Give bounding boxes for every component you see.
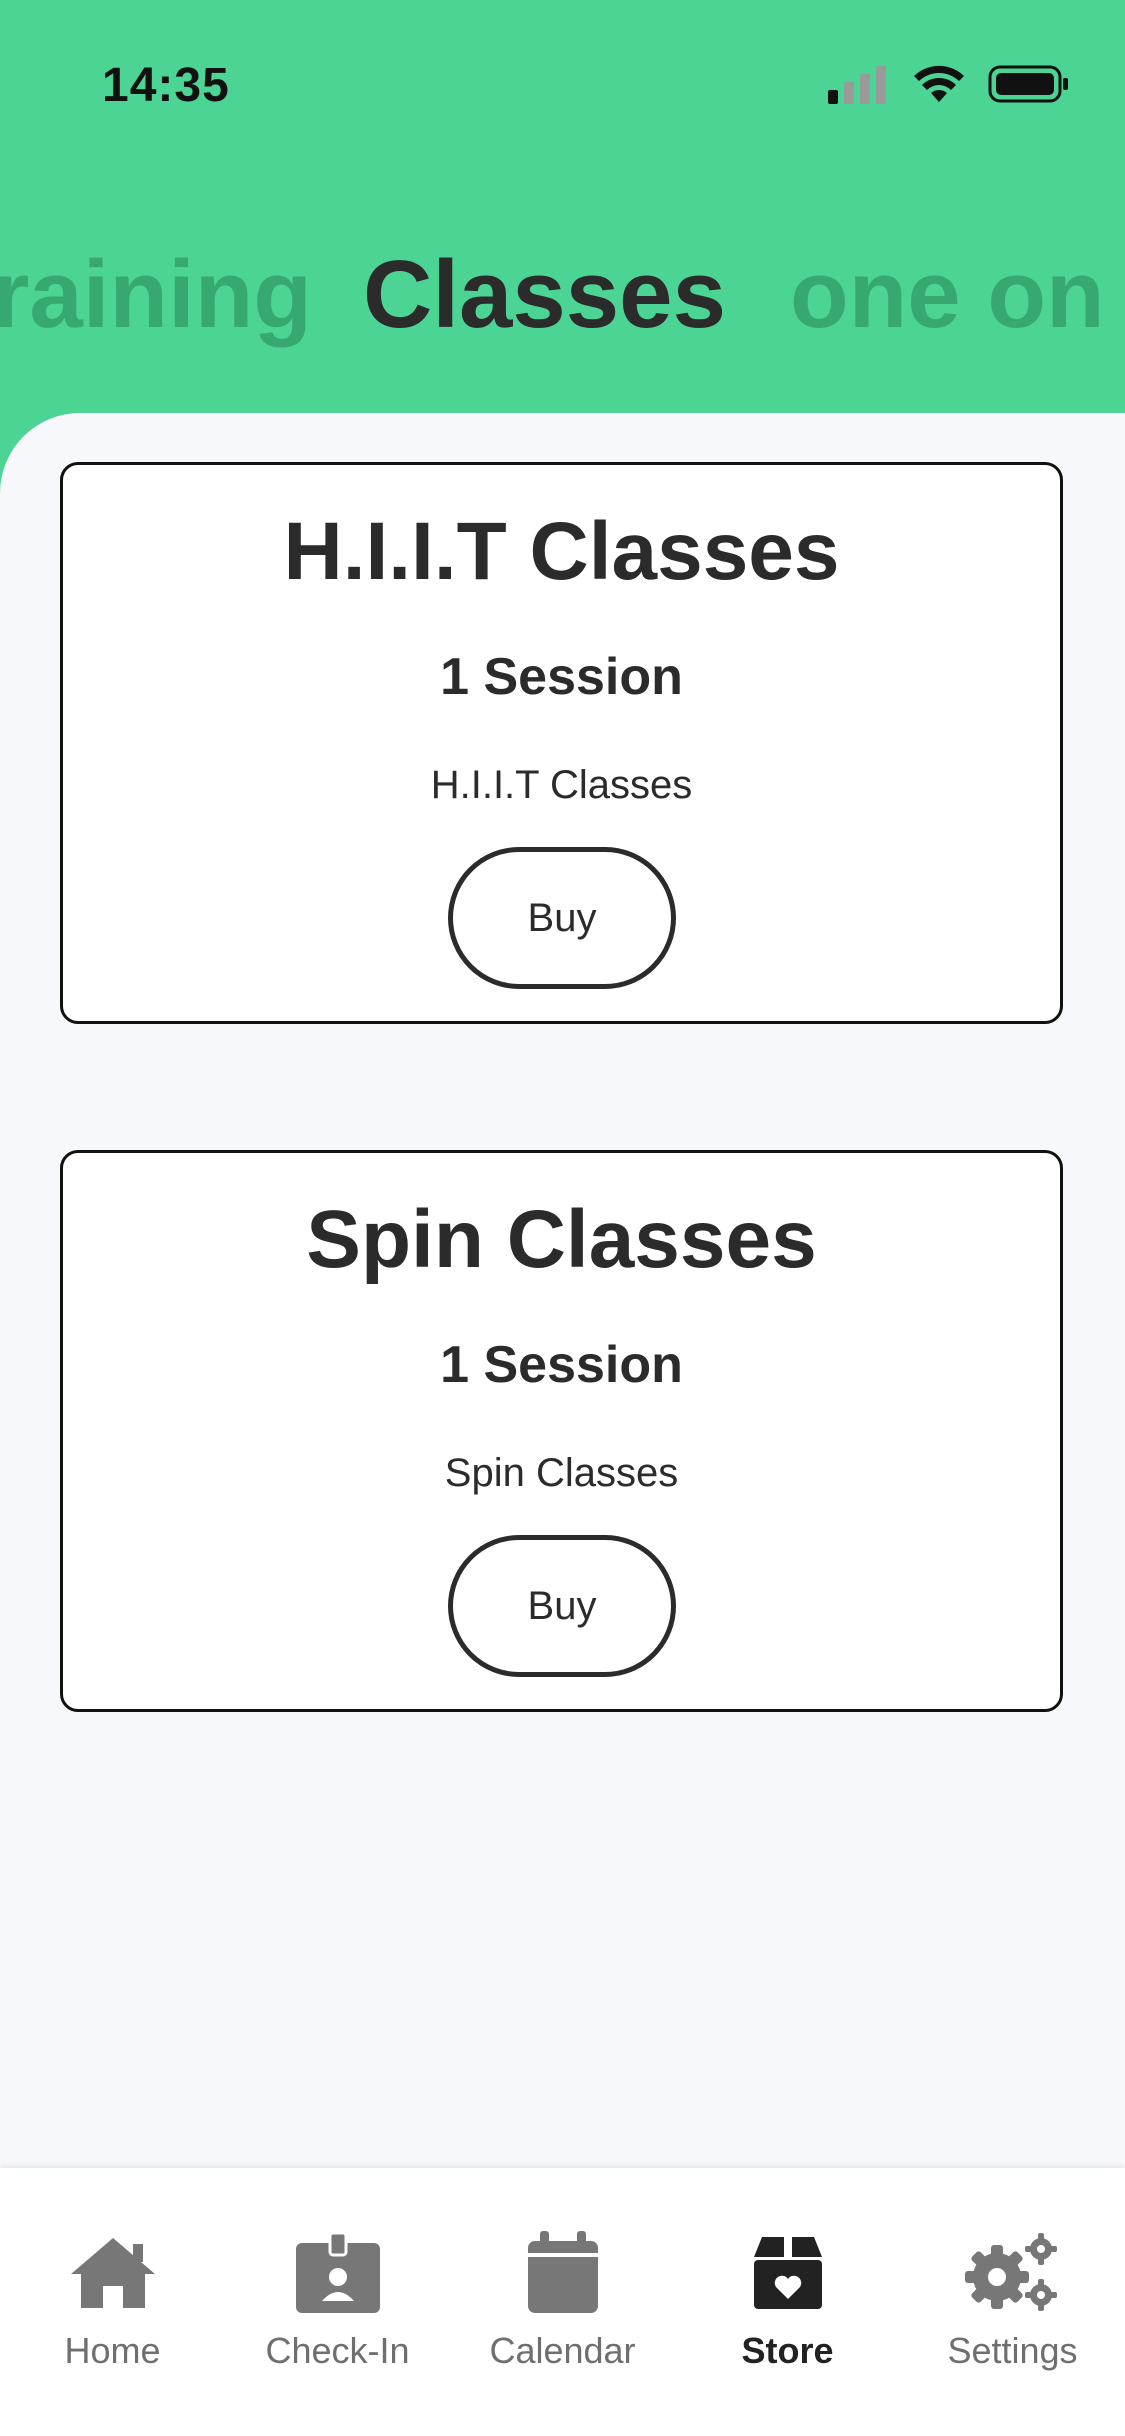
nav-label: Calendar xyxy=(489,2330,636,2371)
card-description: H.I.I.T Classes xyxy=(430,763,693,807)
bottom-nav: Home Check-In Calendar Store Settings xyxy=(0,2168,1125,2436)
wifi-icon xyxy=(914,65,964,102)
battery-icon xyxy=(988,65,1068,103)
card-description: Spin Classes xyxy=(444,1451,679,1495)
buy-button[interactable]: Buy xyxy=(448,847,676,989)
gears-icon xyxy=(964,2233,1057,2311)
nav-label: Store xyxy=(741,2330,834,2371)
nav-item-store[interactable]: Store xyxy=(675,2228,900,2372)
signal-icon xyxy=(828,66,886,104)
nav-label: Check-In xyxy=(265,2330,410,2371)
product-card-spin: Spin Classes 1 Session Spin Classes Buy xyxy=(60,1150,1063,1712)
card-title: H.I.I.T Classes xyxy=(283,506,840,597)
buy-button[interactable]: Buy xyxy=(448,1535,676,1677)
badge-icon xyxy=(295,2231,380,2313)
home-icon xyxy=(70,2238,155,2308)
nav-item-home[interactable]: Home xyxy=(0,2228,225,2372)
tab-one-on-one[interactable]: one on o xyxy=(790,225,1125,365)
store-icon xyxy=(753,2237,822,2309)
category-tabs: raining Classes one on o xyxy=(0,225,1125,365)
content-sheet: H.I.I.T Classes 1 Session H.I.I.T Classe… xyxy=(0,413,1125,2168)
nav-label: Settings xyxy=(947,2330,1078,2371)
nav-item-calendar[interactable]: Calendar xyxy=(450,2228,675,2372)
tab-personal-training[interactable]: raining xyxy=(0,225,312,365)
nav-item-check-in[interactable]: Check-In xyxy=(225,2228,450,2372)
card-sessions: 1 Session xyxy=(440,1336,683,1394)
tab-classes[interactable]: Classes xyxy=(363,225,726,365)
card-title: Spin Classes xyxy=(306,1194,817,1285)
card-sessions: 1 Session xyxy=(440,648,683,706)
product-card-hiit: H.I.I.T Classes 1 Session H.I.I.T Classe… xyxy=(60,462,1063,1024)
status-icons xyxy=(828,64,1070,104)
status-time: 14:35 xyxy=(102,59,230,112)
status-bar: 14:35 xyxy=(0,0,1125,170)
nav-label: Home xyxy=(64,2330,161,2371)
calendar-icon xyxy=(527,2231,598,2313)
nav-item-settings[interactable]: Settings xyxy=(900,2228,1125,2372)
